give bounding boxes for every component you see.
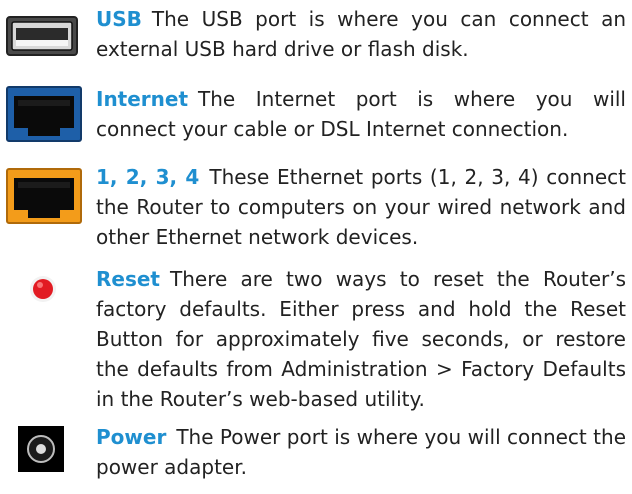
internet-port-icon (6, 86, 82, 142)
ethernet-port-icon (6, 168, 82, 224)
power-description: Power The Power port is where you will co… (96, 422, 626, 482)
ethernet-term: 1, 2, 3, 4 (96, 165, 200, 189)
internet-description: Internet The Internet port is where you w… (96, 84, 626, 144)
power-term: Power (96, 425, 167, 449)
internet-term: Internet (96, 87, 189, 111)
usb-text: The USB port is where you can connect an… (96, 7, 626, 61)
ethernet-description: 1, 2, 3, 4 These Ethernet ports (1, 2, 3,… (96, 162, 626, 252)
power-text: The Power port is where you will connect… (96, 425, 626, 479)
power-port-icon (18, 426, 64, 472)
usb-description: USB The USB port is where you can connect… (96, 4, 626, 64)
usb-term: USB (96, 7, 142, 31)
reset-button-icon (30, 276, 56, 302)
reset-text: There are two ways to reset the Router’s… (96, 267, 626, 411)
usb-port-icon (6, 16, 78, 56)
reset-term: Reset (96, 267, 160, 291)
reset-description: Reset There are two ways to reset the Rou… (96, 264, 626, 414)
